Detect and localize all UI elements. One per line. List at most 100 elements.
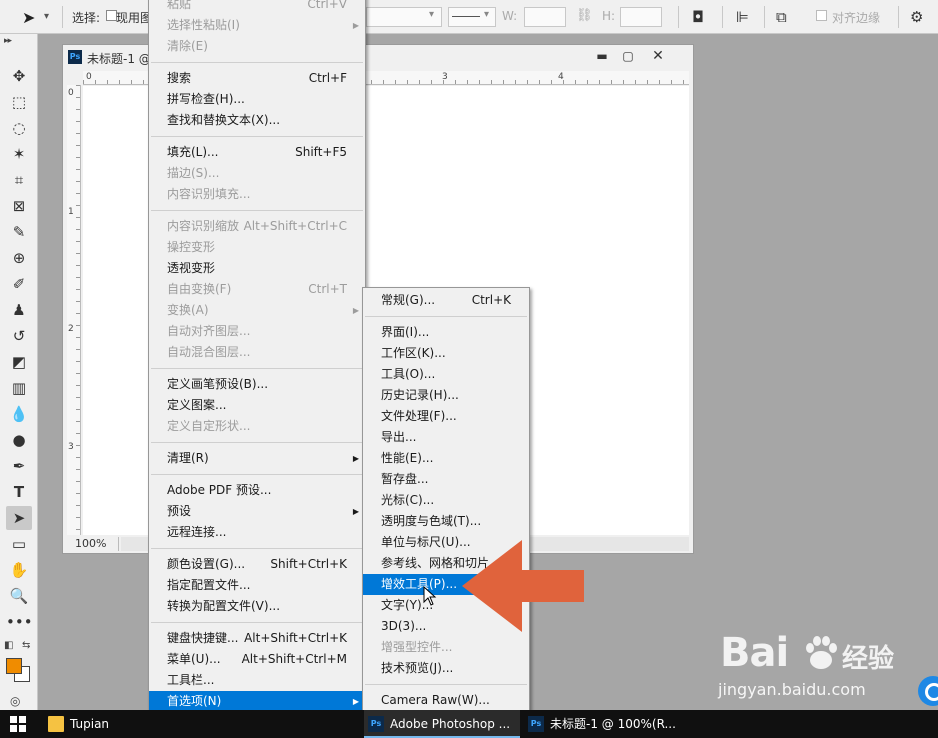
edit-item[interactable]: 工具栏... [149, 670, 365, 691]
width-field[interactable] [524, 7, 566, 27]
close-icon[interactable]: ✕ [645, 47, 671, 65]
edit-item-label: 描边(S)... [167, 166, 220, 180]
edit-item-label: 清除(E) [167, 39, 208, 53]
gear-icon[interactable]: ⚙ [910, 8, 923, 26]
edit-item[interactable]: 透视变形 [149, 258, 365, 279]
history-brush-tool-icon[interactable]: ↺ [6, 324, 32, 348]
edit-item-shortcut: Alt+Shift+Ctrl+C [243, 219, 347, 233]
blur-tool-icon[interactable]: 💧 [6, 402, 32, 426]
edit-item[interactable]: 转换为配置文件(V)... [149, 596, 365, 617]
prefs-item-label: 透明度与色域(T)... [381, 514, 482, 528]
move-tool-preset-icon[interactable]: ➤ [22, 8, 35, 27]
path-arrangement-icon[interactable]: ⧉ [776, 8, 787, 26]
prefs-item[interactable]: 透明度与色域(T)... [363, 511, 529, 532]
prefs-item[interactable]: 工具(O)... [363, 364, 529, 385]
edit-item-label: 定义图案... [167, 398, 227, 412]
prefs-item[interactable]: 暂存盘... [363, 469, 529, 490]
chevron-down-icon: ▾ [429, 9, 435, 20]
quick-mask-icon[interactable]: ◎ [10, 694, 20, 708]
eyedropper-tool-icon[interactable]: ✎ [6, 220, 32, 244]
edit-item-label: 填充(L)... [167, 145, 219, 159]
prefs-item[interactable]: 性能(E)... [363, 448, 529, 469]
floating-assistant-icon[interactable] [918, 676, 938, 706]
windows-start-icon[interactable] [10, 716, 26, 732]
prefs-item[interactable]: 技术预览(J)... [363, 658, 529, 679]
align-edges-label: 对齐边缘 [832, 11, 881, 25]
type-tool-icon[interactable]: T [6, 480, 32, 504]
submenu-arrow-icon: ▶ [352, 507, 359, 516]
prefs-item[interactable]: 历史记录(H)... [363, 385, 529, 406]
minimize-icon[interactable]: ▬ [589, 47, 615, 65]
path-selection-tool-icon[interactable]: ➤ [6, 506, 32, 530]
edit-item[interactable]: 定义图案... [149, 395, 365, 416]
document-title: 未标题-1 @ [87, 52, 151, 66]
zoom-tool-icon[interactable]: 🔍 [6, 584, 32, 608]
prefs-item-label: 光标(C)... [381, 493, 435, 507]
edit-item: 清除(E) [149, 36, 365, 57]
link-icon[interactable]: ⛓ [576, 8, 593, 23]
prefs-item[interactable]: 光标(C)... [363, 490, 529, 511]
edit-item[interactable]: Adobe PDF 预设... [149, 480, 365, 501]
clone-stamp-tool-icon[interactable]: ♟ [6, 298, 32, 322]
foreground-color-swatch[interactable] [6, 658, 22, 674]
hand-tool-icon[interactable]: ✋ [6, 558, 32, 582]
eraser-tool-icon[interactable]: ◩ [6, 350, 32, 374]
edit-item[interactable]: 填充(L)... Shift+F5 [149, 142, 365, 163]
path-alignment-icon[interactable]: ⊫ [736, 8, 749, 26]
marquee-tool-icon[interactable]: ⬚ [6, 90, 32, 114]
height-field[interactable] [620, 7, 662, 27]
more-tools-icon[interactable]: ••• [6, 610, 33, 634]
edit-item: 操控变形 [149, 237, 365, 258]
edit-item[interactable]: 查找和替换文本(X)... [149, 110, 365, 131]
prefs-item[interactable]: 工作区(K)... [363, 343, 529, 364]
edit-item[interactable]: 首选项(N) ▶ [149, 691, 365, 712]
watermark-url: jingyan.baidu.com [718, 680, 866, 699]
crop-tool-icon[interactable]: ⌗ [6, 168, 32, 192]
frame-tool-icon[interactable]: ⊠ [6, 194, 32, 218]
edit-item: 选择性粘贴(I) ▶ [149, 15, 365, 36]
menu-separator [151, 62, 363, 63]
chevron-down-icon[interactable]: ▾ [44, 11, 49, 22]
default-colors-icon[interactable]: ◧ [4, 640, 13, 651]
edit-item[interactable]: 搜索 Ctrl+F [149, 68, 365, 89]
move-tool-icon[interactable]: ✥ [6, 64, 32, 88]
align-edges-checkbox[interactable] [816, 10, 827, 21]
edit-item-label: 变换(A) [167, 303, 209, 317]
zoom-level[interactable]: 100% [67, 537, 119, 551]
edit-item[interactable]: 清理(R) ▶ [149, 448, 365, 469]
healing-brush-tool-icon[interactable]: ⊕ [6, 246, 32, 270]
edit-item[interactable]: 远程连接... [149, 522, 365, 543]
taskbar-item-tupian[interactable]: Tupian [44, 710, 198, 738]
edit-item[interactable]: 拼写检查(H)... [149, 89, 365, 110]
prefs-item[interactable]: 导出... [363, 427, 529, 448]
prefs-item[interactable]: Camera Raw(W)... [363, 690, 529, 711]
ruler-number: 1 [68, 207, 74, 217]
edit-item: 内容识别缩放 Alt+Shift+Ctrl+C [149, 216, 365, 237]
pen-tool-icon[interactable]: ✒ [6, 454, 32, 478]
edit-item[interactable]: 键盘快捷键... Alt+Shift+Ctrl+K [149, 628, 365, 649]
edit-item-label: 转换为配置文件(V)... [167, 599, 281, 613]
edit-item[interactable]: 预设 ▶ [149, 501, 365, 522]
menu-separator [151, 622, 363, 623]
brush-tool-icon[interactable]: ✐ [6, 272, 32, 296]
taskbar-item-photoshop[interactable]: Ps Adobe Photoshop ... [364, 710, 520, 738]
edit-item[interactable]: 指定配置文件... [149, 575, 365, 596]
collapse-panel-icon[interactable]: ▸▸ [4, 36, 12, 46]
swap-colors-icon[interactable]: ⇆ [22, 640, 30, 651]
prefs-item[interactable]: 常规(G)... Ctrl+K [363, 290, 529, 311]
gradient-tool-icon[interactable]: ▥ [6, 376, 32, 400]
prefs-item[interactable]: 界面(I)... [363, 322, 529, 343]
dodge-tool-icon[interactable]: ● [6, 428, 32, 452]
maximize-icon[interactable]: ▢ [615, 47, 641, 65]
prefs-item[interactable]: 文件处理(F)... [363, 406, 529, 427]
path-operations-icon[interactable]: ◘ [692, 8, 704, 26]
edit-item[interactable]: 菜单(U)... Alt+Shift+Ctrl+M [149, 649, 365, 670]
select-label: 选择: [72, 11, 101, 25]
edit-item[interactable]: 定义画笔预设(B)... [149, 374, 365, 395]
edit-item-label: Adobe PDF 预设... [167, 483, 272, 497]
lasso-tool-icon[interactable]: ◌ [6, 116, 32, 140]
taskbar-item-document[interactable]: Ps 未标题-1 @ 100%(R... [524, 710, 684, 738]
rectangle-tool-icon[interactable]: ▭ [6, 532, 32, 556]
magic-wand-tool-icon[interactable]: ✶ [6, 142, 32, 166]
edit-item[interactable]: 颜色设置(G)... Shift+Ctrl+K [149, 554, 365, 575]
